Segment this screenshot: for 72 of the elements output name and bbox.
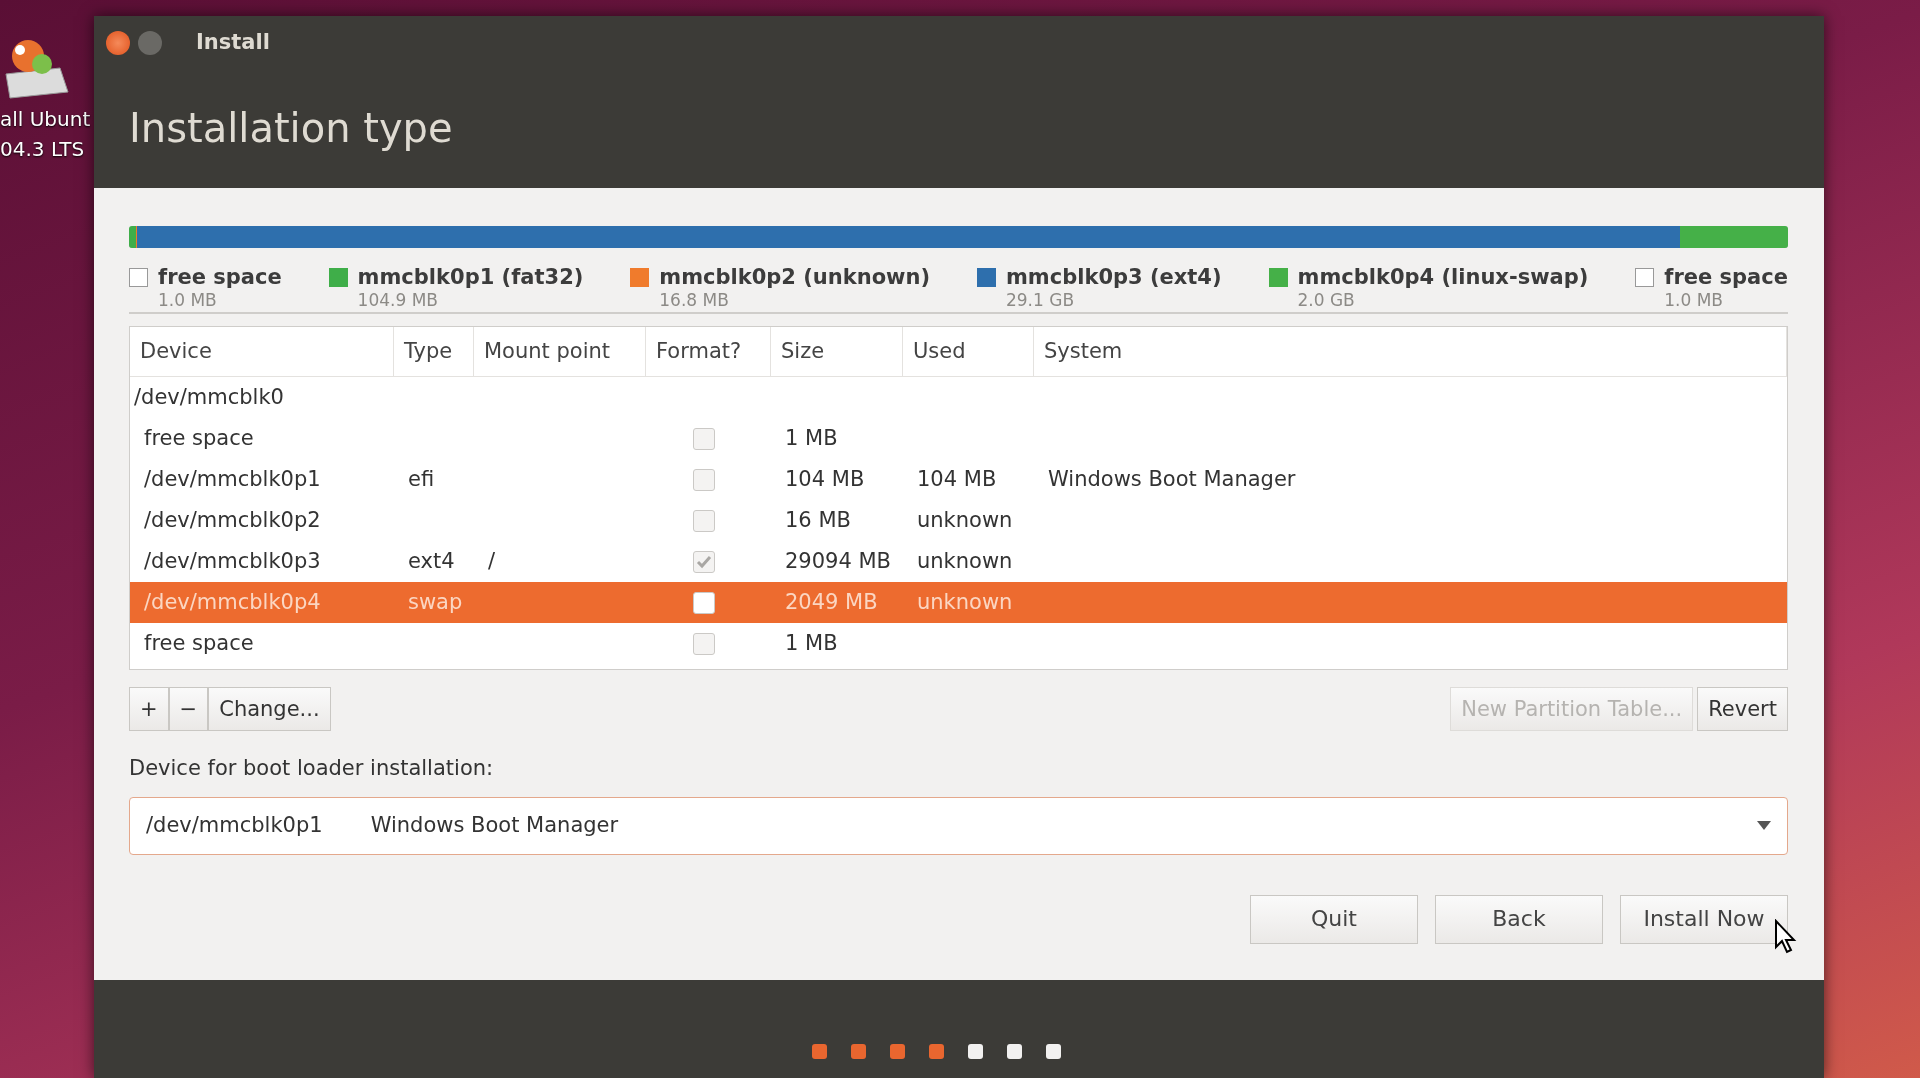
install-now-button[interactable]: Install Now [1620, 894, 1788, 944]
quit-button[interactable]: Quit [1250, 894, 1418, 944]
revert-button[interactable]: Revert [1697, 687, 1788, 731]
table-cell-text: unknown [916, 506, 1014, 534]
back-button[interactable]: Back [1435, 894, 1603, 944]
table-cell-text: 16 MB [784, 506, 852, 534]
format-checkbox[interactable] [692, 468, 715, 491]
legend-size: 2.0 GB [1297, 290, 1356, 310]
boot-device-dropdown[interactable]: /dev/mmcblk0p1 Windows Boot Manager [129, 796, 1788, 855]
table-cell-text: ext4 [407, 547, 456, 575]
table-cell-text: free space [143, 629, 255, 657]
field-label: Device for boot loader installation: [129, 755, 495, 782]
partition-row[interactable]: /dev/mmcblk0p2 16 MB unknown [130, 500, 1787, 541]
partition-row[interactable]: /dev/mmcblk0p1 efi 104 MB 104 MB Windows Boot Manager [130, 459, 1787, 500]
table-cell-text: /dev/mmcblk0p1 [143, 465, 322, 493]
remove-partition-button[interactable]: − [168, 687, 209, 731]
column-header[interactable]: Mount point [474, 327, 646, 376]
format-checkbox[interactable] [692, 591, 715, 614]
page-heading: Installation type [128, 104, 454, 153]
table-cell-text: /dev/mmcblk0 [133, 383, 285, 411]
legend-size: 29.1 GB [1005, 290, 1076, 310]
table-cell-text: 104 MB [784, 465, 866, 493]
checkmark-icon [695, 554, 712, 569]
table-cell-text: 29094 MB [784, 547, 892, 575]
icon-label: 04.3 LTS [0, 136, 86, 163]
partition-row[interactable]: free space 1 MB [130, 418, 1787, 459]
window-title: Install [196, 29, 270, 57]
icon-label: all Ubunt [0, 106, 91, 133]
column-header[interactable]: Size [771, 327, 903, 376]
minimize-button[interactable] [138, 31, 162, 55]
dropdown-arrow-icon [1757, 821, 1771, 830]
table-cell-text: efi [407, 465, 436, 493]
column-header[interactable]: Type [394, 327, 474, 376]
table-cell-text: /dev/mmcblk0p2 [143, 506, 322, 534]
table-cell-text: /dev/mmcblk0p4 [143, 588, 322, 616]
legend-label: free space [158, 264, 282, 290]
legend-label: mmcblk0p2 (unknown) [659, 264, 931, 290]
table-cell-text: unknown [916, 547, 1014, 575]
table-cell-text: /dev/mmcblk0p3 [143, 547, 322, 575]
change-button[interactable]: Change... [208, 687, 331, 731]
table-cell-text: 104 MB [916, 465, 998, 493]
table-cell-text: 1 MB [784, 424, 839, 452]
legend-label: mmcblk0p4 (linux-swap) [1297, 264, 1589, 290]
legend-swatch [1635, 268, 1655, 287]
legend-label: mmcblk0p3 (ext4) [1005, 264, 1222, 290]
legend-swatch [129, 268, 148, 287]
legend-label: mmcblk0p1 (fat32) [357, 264, 584, 290]
partition-row[interactable]: /dev/mmcblk0p3 ext4 / 29094 MB unknown [130, 541, 1787, 582]
format-checkbox[interactable] [692, 550, 715, 573]
legend-size: 1.0 MB [158, 290, 218, 310]
table-cell-text: free space [143, 424, 255, 452]
close-button[interactable] [106, 31, 130, 55]
add-partition-button[interactable]: + [129, 687, 169, 731]
column-header[interactable]: System [1034, 327, 1787, 376]
legend-size: 104.9 MB [357, 290, 439, 310]
format-checkbox[interactable] [692, 632, 715, 655]
legend-label: free space [1664, 264, 1788, 290]
format-checkbox[interactable] [692, 427, 715, 450]
format-checkbox[interactable] [692, 509, 715, 532]
table-cell-text: / [487, 547, 497, 575]
mouse-pointer-icon [1774, 918, 1798, 955]
column-header[interactable]: Format? [646, 327, 771, 376]
legend-size: 16.8 MB [659, 290, 730, 310]
column-header[interactable]: Used [903, 327, 1034, 376]
column-header[interactable]: Device [130, 327, 394, 376]
legend-size: 1.0 MB [1664, 290, 1725, 310]
table-cell-text: swap [407, 588, 464, 616]
table-cell-text: Windows Boot Manager [1047, 465, 1297, 493]
table-cell-text: 1 MB [784, 629, 839, 657]
table-cell-text: 2049 MB [784, 588, 879, 616]
table-cell-text: unknown [916, 588, 1014, 616]
partition-row[interactable]: free space 1 MB [130, 623, 1787, 664]
